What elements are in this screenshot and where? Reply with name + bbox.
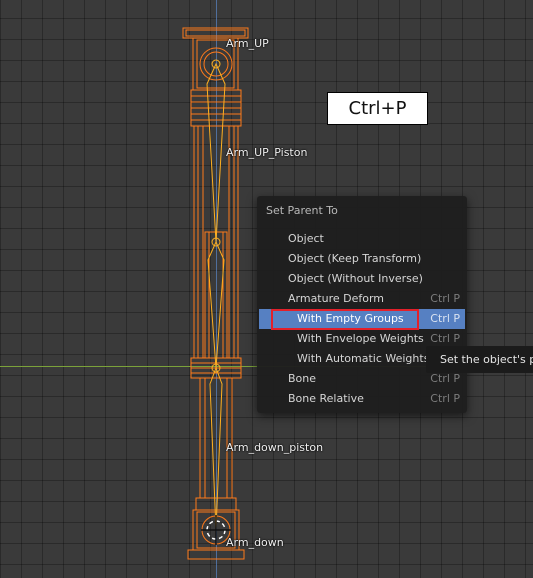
menu-item-armature-deform[interactable]: Armature Deform Ctrl P [259, 289, 465, 309]
bottom-mount-plate [187, 549, 245, 560]
bone-label-arm-up-piston: Arm_UP_Piston [226, 146, 308, 159]
menu-item-shortcut: Ctrl P [430, 292, 460, 305]
menu-item-shortcut: Ctrl P [430, 312, 460, 325]
menu-item-bone-relative[interactable]: Bone Relative Ctrl P [259, 389, 465, 409]
bone-label-arm-down-piston: Arm_down_piston [226, 441, 324, 454]
menu-item-object-keep-transform[interactable]: Object (Keep Transform) [259, 249, 465, 269]
menu-item-label: Bone Relative [288, 392, 364, 405]
menu-item-shortcut: Ctrl P [430, 392, 460, 405]
menu-item-label: Object [288, 232, 324, 245]
menu-item-label: With Empty Groups [297, 312, 404, 325]
tooltip: Set the object's parenting [426, 346, 533, 373]
set-parent-to-menu: Set Parent To Object Object (Keep Transf… [257, 196, 467, 413]
menu-item-object[interactable]: Object [259, 229, 465, 249]
bone-label-arm-down: Arm_down [226, 536, 284, 549]
bone-label-arm-up: Arm_UP [226, 37, 269, 50]
menu-item-with-empty-groups[interactable]: With Empty Groups Ctrl P [259, 309, 465, 329]
menu-item-label: Bone [288, 372, 317, 385]
bone-arm-down-piston[interactable] [209, 366, 223, 531]
bone-arm-up[interactable] [206, 62, 226, 243]
bone-arm-up-piston[interactable] [207, 240, 225, 369]
top-mount-plate-inner [185, 29, 246, 37]
menu-item-object-without-inverse[interactable]: Object (Without Inverse) [259, 269, 465, 289]
menu-title: Set Parent To [266, 204, 338, 217]
lower-collar [195, 497, 237, 511]
piston-rod-upper [204, 231, 228, 359]
menu-item-label: With Envelope Weights [297, 332, 424, 345]
shortcut-overlay: Ctrl+P [327, 92, 428, 125]
menu-item-label: Object (Without Inverse) [288, 272, 423, 285]
menu-item-label: Armature Deform [288, 292, 385, 305]
menu-item-label: Object (Keep Transform) [288, 252, 422, 265]
menu-item-label: With Automatic Weights [297, 352, 430, 365]
